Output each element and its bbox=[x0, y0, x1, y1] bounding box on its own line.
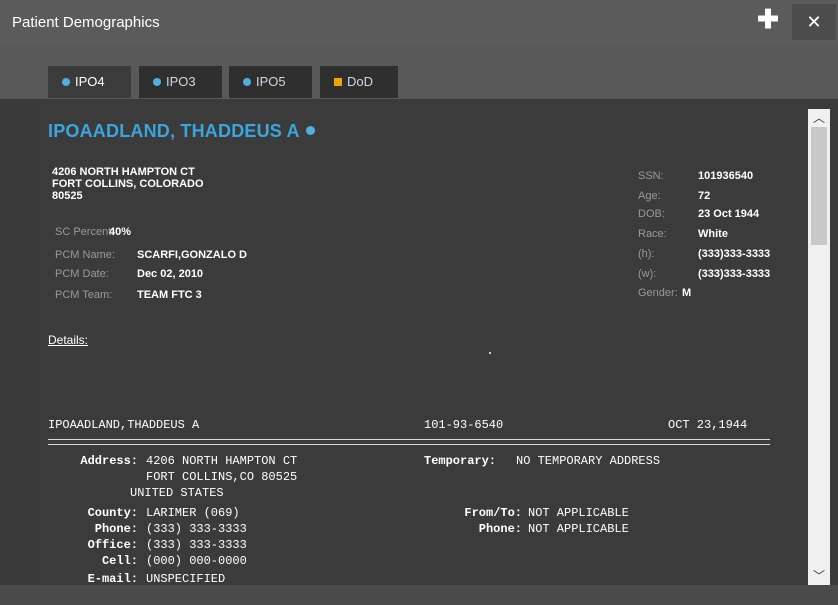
phone-value: (333) 333-3333 bbox=[146, 522, 247, 536]
details-header-ssn: 101-93-6540 bbox=[424, 418, 504, 432]
race-label: Race: bbox=[638, 228, 667, 240]
email-label: E-mail: bbox=[87, 572, 138, 585]
from-to-value: NOT APPLICABLE bbox=[528, 506, 629, 520]
cursor-speck bbox=[489, 352, 491, 354]
pcm-name-label: PCM Name: bbox=[55, 249, 115, 261]
details-heading: Details: bbox=[48, 333, 89, 347]
vertical-scrollbar[interactable]: ︿ ﹀ bbox=[808, 109, 830, 585]
pcm-team-label: PCM Team: bbox=[55, 289, 113, 301]
address-city-value: FORT COLLINS,CO 80525 bbox=[146, 470, 298, 484]
address-label: Address: bbox=[80, 454, 138, 468]
temporary-label: Temporary: bbox=[424, 454, 497, 468]
demographics-content[interactable]: IPOAADLAND, THADDEUS A 4206 NORTH HAMPTO… bbox=[40, 99, 808, 585]
address-line-3: 80525 bbox=[52, 190, 83, 202]
tab-ipo4[interactable]: IPO4 bbox=[48, 66, 131, 98]
home-phone-value: (333)333-3333 bbox=[698, 248, 771, 260]
address-line-1: 4206 NORTH HAMPTON CT bbox=[52, 166, 195, 178]
pcm-date-value: Dec 02, 2010 bbox=[137, 268, 204, 280]
address-value: 4206 NORTH HAMPTON CT bbox=[146, 454, 298, 468]
tab-label: DoD bbox=[347, 74, 374, 89]
county-value: LARIMER (069) bbox=[146, 506, 240, 520]
scroll-down-icon[interactable]: ﹀ bbox=[808, 567, 830, 585]
address-country-value: UNITED STATES bbox=[130, 486, 224, 500]
work-phone-value: (333)333-3333 bbox=[698, 268, 771, 280]
patient-demographics-window: Patient Demographics ✚ ✕ IPO4 IPO3 IPO5 … bbox=[0, 0, 838, 605]
race-value: White bbox=[698, 228, 728, 240]
office-label: Office: bbox=[87, 538, 138, 552]
gender-label: Gender: bbox=[638, 287, 678, 299]
site-status-dot-icon bbox=[305, 126, 315, 135]
scroll-up-icon[interactable]: ︿ bbox=[808, 109, 830, 127]
tab-ipo5[interactable]: IPO5 bbox=[229, 66, 312, 98]
close-button[interactable]: ✕ bbox=[792, 4, 836, 40]
cell-value: (000) 000-0000 bbox=[146, 554, 247, 568]
age-label: Age: bbox=[638, 190, 661, 202]
site-status-dot-icon bbox=[62, 78, 70, 86]
patient-name-text: IPOAADLAND, THADDEUS A bbox=[48, 121, 300, 141]
home-phone-label: (h): bbox=[638, 248, 655, 260]
dob-value: 23 Oct 1944 bbox=[698, 208, 760, 220]
temp-phone-value: NOT APPLICABLE bbox=[528, 522, 629, 536]
temp-phone-label: Phone: bbox=[478, 522, 522, 536]
details-header-name: IPOAADLAND,THADDEUS A bbox=[48, 418, 200, 432]
tab-ipo3[interactable]: IPO3 bbox=[139, 66, 222, 98]
sc-percent-label: SC Percent: bbox=[55, 226, 115, 238]
title-bar: Patient Demographics ✚ ✕ bbox=[0, 0, 838, 46]
site-status-square-icon bbox=[334, 78, 342, 86]
pcm-team-value: TEAM FTC 3 bbox=[137, 289, 202, 301]
county-label: County: bbox=[87, 506, 138, 520]
phone-label: Phone: bbox=[94, 522, 138, 536]
tab-dod[interactable]: DoD bbox=[320, 66, 398, 98]
add-button[interactable]: ✚ bbox=[750, 4, 786, 40]
from-to-label: From/To: bbox=[464, 506, 522, 520]
double-rule-divider bbox=[48, 439, 770, 445]
ssn-label: SSN: bbox=[638, 170, 664, 182]
address-line-2: FORT COLLINS, COLORADO bbox=[52, 178, 204, 190]
ssn-value: 101936540 bbox=[698, 170, 754, 182]
age-value: 72 bbox=[698, 190, 711, 202]
tab-label: IPO4 bbox=[75, 74, 105, 89]
window-title: Patient Demographics bbox=[12, 14, 160, 31]
pcm-name-value: SCARFI,GONZALO D bbox=[137, 249, 247, 261]
site-status-dot-icon bbox=[243, 78, 251, 86]
window-footer bbox=[0, 585, 838, 605]
tab-label: IPO3 bbox=[166, 74, 196, 89]
office-value: (333) 333-3333 bbox=[146, 538, 247, 552]
gender-value: M bbox=[682, 287, 692, 299]
work-phone-label: (w): bbox=[638, 268, 657, 280]
site-tab-bar: IPO4 IPO3 IPO5 DoD bbox=[0, 46, 838, 99]
tab-label: IPO5 bbox=[256, 74, 286, 89]
pcm-date-label: PCM Date: bbox=[55, 268, 109, 280]
patient-name: IPOAADLAND, THADDEUS A bbox=[48, 121, 315, 142]
dob-label: DOB: bbox=[638, 208, 665, 220]
scrollbar-thumb[interactable] bbox=[811, 127, 827, 245]
email-value: UNSPECIFIED bbox=[146, 572, 226, 585]
site-status-dot-icon bbox=[153, 78, 161, 86]
cell-label: Cell: bbox=[101, 554, 138, 568]
sc-percent-value: 40% bbox=[109, 226, 132, 238]
temporary-value: NO TEMPORARY ADDRESS bbox=[516, 454, 661, 468]
details-header-dob: OCT 23,1944 bbox=[668, 418, 748, 432]
